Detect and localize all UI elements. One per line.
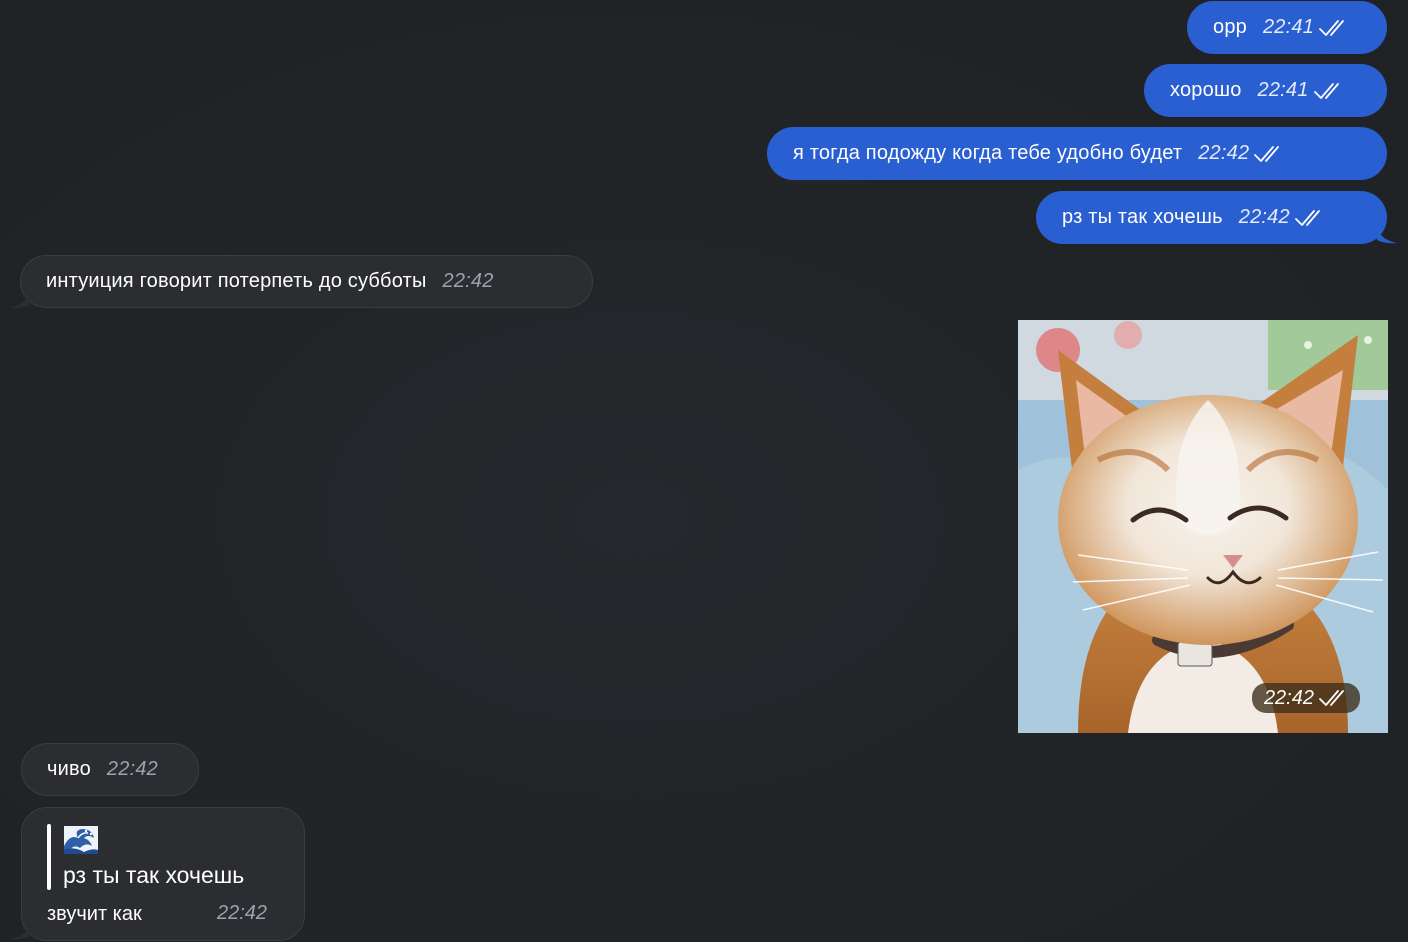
message-text: хорошо — [1170, 79, 1242, 101]
message-text: рз ты так хочешь — [1062, 206, 1223, 228]
chat-area[interactable]: орр 22:41 хорошо 22:41 я тогда подожду к… — [0, 0, 1408, 942]
message-text: я тогда подожду когда тебе удобно будет — [793, 142, 1183, 164]
quoted-message-text: рз ты так хочешь — [63, 862, 245, 888]
double-check-icon — [1319, 690, 1344, 706]
message-time: 22:42 — [1198, 142, 1250, 164]
message-time: 22:42 — [217, 902, 268, 924]
double-check-icon — [1294, 209, 1320, 226]
message-time: 22:42 — [1238, 206, 1290, 228]
quote-bar — [47, 824, 51, 890]
image-time-badge: 22:42 — [1251, 683, 1360, 713]
outgoing-message[interactable]: орр 22:41 — [1187, 1, 1387, 54]
incoming-reply-message[interactable]: рз ты так хочешь звучит как 22:42 — [21, 807, 305, 941]
message-text: чиво — [47, 758, 91, 780]
double-check-icon — [1319, 19, 1344, 36]
cat-gif-message[interactable]: 22:42 — [1018, 320, 1388, 733]
outgoing-message[interactable]: я тогда подожду когда тебе удобно будет … — [767, 127, 1387, 180]
incoming-message[interactable]: интуиция говорит потерпеть до субботы 22… — [20, 255, 593, 308]
message-time: 22:41 — [1257, 79, 1309, 101]
bubble-tail — [9, 293, 29, 309]
bubble-tail — [1377, 228, 1397, 244]
outgoing-message[interactable]: хорошо 22:41 — [1144, 64, 1387, 117]
message-time: 22:42 — [1263, 686, 1314, 709]
bubble-tail — [10, 924, 30, 940]
outgoing-message[interactable]: рз ты так хочешь 22:42 — [1036, 191, 1387, 244]
incoming-message[interactable]: чиво 22:42 — [21, 743, 199, 796]
wave-emoji-icon — [64, 826, 98, 854]
message-text: звучит как — [47, 903, 142, 925]
message-time: 22:41 — [1262, 16, 1315, 38]
message-time: 22:42 — [106, 758, 158, 780]
double-check-icon — [1313, 82, 1339, 99]
smiling-cat-image — [1018, 320, 1388, 733]
message-time: 22:42 — [442, 270, 494, 292]
message-text: интуиция говорит потерпеть до субботы — [46, 270, 427, 292]
message-text: орр — [1213, 16, 1247, 38]
double-check-icon — [1254, 145, 1280, 162]
